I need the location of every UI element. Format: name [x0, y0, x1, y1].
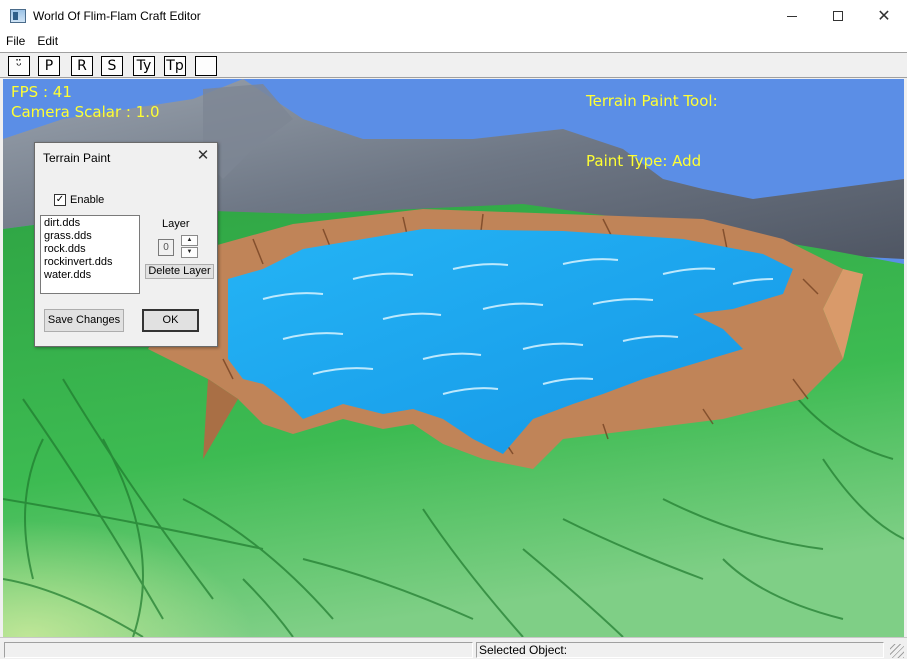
minimize-button[interactable]: [769, 0, 815, 32]
enable-label: Enable: [70, 194, 105, 206]
app-window-icon: [10, 9, 26, 23]
save-changes-button[interactable]: Save Changes: [44, 309, 124, 332]
fps-readout: FPS : 41: [11, 83, 72, 101]
minimize-icon: [787, 15, 797, 17]
list-item[interactable]: rockinvert.dds: [44, 256, 136, 269]
list-item[interactable]: dirt.dds: [44, 217, 136, 230]
toolbar-r-button[interactable]: R: [71, 56, 93, 76]
status-pane-left: [4, 642, 473, 658]
maximize-button[interactable]: [815, 0, 861, 32]
enable-checkbox[interactable]: ✓: [54, 194, 66, 206]
toolbar-tp-button[interactable]: Tp: [164, 56, 186, 76]
toolbar-smiley-button[interactable]: ᵕ̈: [8, 56, 30, 76]
status-bar: Selected Object:: [0, 637, 907, 659]
resize-grip-icon[interactable]: [890, 644, 904, 658]
toolbar-blank-button[interactable]: [195, 56, 217, 76]
selected-object-status: Selected Object:: [476, 642, 884, 658]
layer-spin-up-icon[interactable]: ▲: [181, 235, 198, 246]
toolbar-ty-button[interactable]: Ty: [133, 56, 155, 76]
toolbar-p-button[interactable]: P: [38, 56, 60, 76]
delete-layer-button[interactable]: Delete Layer: [145, 264, 214, 279]
ok-button[interactable]: OK: [142, 309, 199, 332]
texture-list[interactable]: dirt.dds grass.dds rock.dds rockinvert.d…: [40, 215, 140, 294]
list-item[interactable]: rock.dds: [44, 243, 136, 256]
toolbar: ᵕ̈ P R S Ty Tp: [0, 52, 907, 78]
close-icon: ✕: [877, 8, 891, 25]
title-bar: World Of Flim-Flam Craft Editor ✕: [0, 0, 907, 32]
paint-type-label: Paint Type: Add: [586, 152, 702, 170]
terrain-paint-dialog: Terrain Paint ✕ ✓ Enable dirt.dds grass.…: [34, 142, 218, 347]
menu-edit[interactable]: Edit: [31, 32, 64, 52]
dialog-close-icon[interactable]: ✕: [195, 148, 211, 164]
layer-value-field[interactable]: 0: [158, 239, 174, 256]
toolbar-s-button[interactable]: S: [101, 56, 123, 76]
list-item[interactable]: grass.dds: [44, 230, 136, 243]
camera-scalar-readout: Camera Scalar : 1.0: [11, 103, 160, 121]
layer-spin-down-icon[interactable]: ▼: [181, 247, 198, 258]
menu-bar: File Edit: [0, 32, 907, 52]
layer-label: Layer: [162, 218, 190, 230]
window-title: World Of Flim-Flam Craft Editor: [33, 9, 201, 23]
active-tool-label: Terrain Paint Tool:: [586, 92, 718, 110]
dialog-title: Terrain Paint: [43, 151, 111, 165]
list-item[interactable]: water.dds: [44, 269, 136, 282]
menu-file[interactable]: File: [0, 32, 31, 52]
close-button[interactable]: ✕: [861, 0, 907, 32]
maximize-icon: [833, 11, 843, 21]
